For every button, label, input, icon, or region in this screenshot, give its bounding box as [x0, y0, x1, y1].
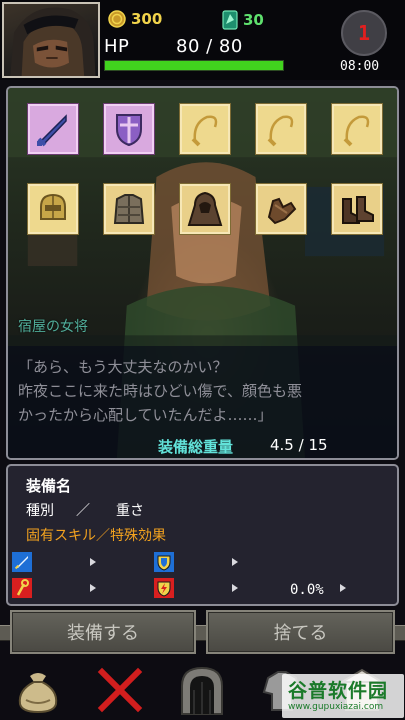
arrow-right-icon [230, 583, 240, 593]
attack-stat-icon [12, 552, 32, 572]
nav-close[interactable] [90, 660, 150, 720]
bag-icon [18, 673, 58, 714]
hooded-hero-portrait-icon [10, 7, 96, 76]
coin-counter: 300 [108, 10, 162, 28]
staff-icon [12, 578, 32, 598]
hp-bar-fill [105, 61, 283, 70]
action-button-row: 装備する 捨てる [0, 608, 405, 658]
type-weight-separator: ／ [76, 503, 90, 519]
equipment-slot[interactable] [256, 104, 306, 154]
equipment-slot[interactable] [104, 184, 154, 234]
item-info-panel: 装備名 種別 ／ 重さ 固有スキル／特殊効果 0.0% [6, 464, 399, 606]
status-header: 300 30 HP 80 / 80 1 08:00 [0, 0, 405, 80]
total-weight-value: 4.5 / 15 [270, 436, 328, 454]
equipment-slot[interactable] [256, 184, 306, 234]
magic-stat-icon [12, 578, 32, 598]
button-rail [196, 625, 206, 641]
resistance-stat-icon [154, 578, 174, 598]
gem-counter: 30 [222, 10, 264, 30]
equipment-skill: 固有スキル／特殊効果 [26, 528, 166, 544]
equip-button[interactable]: 装備する [10, 610, 196, 654]
discard-button-label: 捨てる [273, 623, 328, 644]
hp-bar [104, 60, 284, 71]
leather-gloves-icon [261, 189, 301, 229]
shield-icon [154, 552, 174, 572]
equipment-slot[interactable] [332, 104, 382, 154]
site-watermark: 谷普软件园 www.gupuxiazai.com [282, 674, 404, 718]
nav-dungeon[interactable] [172, 660, 232, 720]
equipment-panel: 宿屋の女将 「あら、もう大丈夫なのかい？ 昨夜ここに来た時はひどい傷で、顔色も悪… [6, 86, 399, 460]
arrow-right-icon [88, 583, 98, 593]
day-number: 1 [357, 21, 371, 45]
equip-button-label: 装備する [67, 623, 139, 644]
leather-vest-icon [109, 189, 149, 229]
shield-icon [109, 109, 149, 149]
lightning-shield-icon [154, 578, 174, 598]
dialog-line: 「あら、もう大丈夫なのかい？ [18, 358, 228, 376]
dialog-line: 昨夜ここに来た時はひどい傷で、顔色も悪 [18, 382, 302, 400]
equipment-slot[interactable] [180, 184, 230, 234]
watermark-url: www.gupuxiazai.com [288, 702, 384, 712]
whip-icon [261, 109, 301, 149]
whip-icon [185, 109, 225, 149]
hero-portrait[interactable] [2, 2, 100, 78]
arrow-right-icon [230, 557, 240, 567]
coin-count: 300 [131, 10, 163, 28]
nav-bag[interactable] [8, 660, 68, 720]
equipment-weight: 重さ [116, 503, 144, 519]
whip-icon [337, 109, 377, 149]
game-clock: 08:00 [340, 59, 380, 74]
close-icon [97, 667, 143, 713]
button-rail [395, 625, 405, 641]
speaker-name: 宿屋の女将 [18, 319, 88, 335]
equipment-type: 種別 [26, 503, 54, 519]
arrow-right-icon [338, 583, 348, 593]
equipment-slot[interactable] [104, 104, 154, 154]
equipment-slot[interactable] [28, 104, 78, 154]
discard-button[interactable]: 捨てる [206, 610, 395, 654]
total-weight-label: 装備総重量 [158, 438, 234, 456]
arrow-right-icon [88, 557, 98, 567]
sword-icon [33, 109, 73, 149]
hooded-cloak-icon [185, 189, 225, 229]
hp-label: HP [104, 36, 130, 57]
equipment-slot[interactable] [332, 184, 382, 234]
coin-icon [108, 10, 126, 28]
equipment-name: 装備名 [26, 477, 72, 495]
helmet-icon [33, 189, 73, 229]
equipment-slot[interactable] [28, 184, 78, 234]
dungeon-door-icon [181, 666, 223, 715]
gem-icon [222, 10, 238, 30]
leather-boots-icon [337, 189, 377, 229]
equipment-slot[interactable] [180, 104, 230, 154]
day-counter-badge[interactable]: 1 [341, 10, 387, 56]
gem-count: 30 [243, 11, 264, 29]
button-rail [0, 625, 10, 641]
hp-value: 80 / 80 [176, 36, 243, 57]
dialog-line: かったから心配していたんだよ……」 [18, 406, 273, 424]
effect-percent: 0.0% [290, 582, 324, 598]
defense-stat-icon [154, 552, 174, 572]
watermark-brand: 谷普软件园 [288, 680, 389, 702]
sword-icon [12, 552, 32, 572]
